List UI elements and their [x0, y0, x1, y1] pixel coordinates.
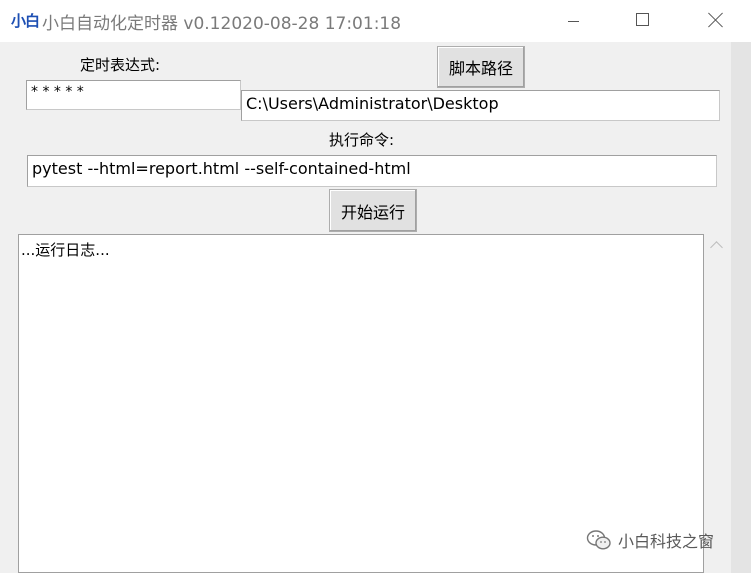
log-text: ...运行日志... [21, 241, 110, 259]
background-window-edge [731, 42, 751, 573]
close-button[interactable] [692, 0, 738, 42]
log-textarea[interactable]: ...运行日志... [18, 234, 704, 573]
script-path-input[interactable]: C:\Users\Administrator\Desktop [241, 90, 720, 121]
watermark: 小白科技之窗 [586, 528, 714, 552]
maximize-icon [636, 13, 649, 26]
wechat-icon [586, 530, 611, 550]
watermark-text: 小白科技之窗 [618, 532, 715, 551]
scroll-up-arrow-icon[interactable] [710, 241, 723, 254]
app-logo-icon: 小白 [11, 12, 40, 30]
close-icon [708, 12, 724, 28]
minimize-button[interactable] [550, 0, 596, 42]
cron-expression-input[interactable]: * * * * * [26, 80, 241, 110]
log-scrollbar[interactable] [704, 234, 731, 573]
minimize-icon [568, 21, 579, 22]
command-input[interactable]: pytest --html=report.html --self-contain… [27, 155, 717, 187]
command-label: 执行命令: [329, 131, 395, 149]
script-path-button[interactable]: 脚本路径 [437, 46, 525, 88]
start-run-button[interactable]: 开始运行 [329, 189, 417, 232]
maximize-button[interactable] [620, 0, 666, 42]
cron-expression-label: 定时表达式: [80, 56, 161, 74]
window-title: 小白自动化定时器 v0.12020-08-28 17:01:18 [42, 14, 402, 34]
title-bar[interactable]: 小白 小白自动化定时器 v0.12020-08-28 17:01:18 [0, 0, 751, 42]
